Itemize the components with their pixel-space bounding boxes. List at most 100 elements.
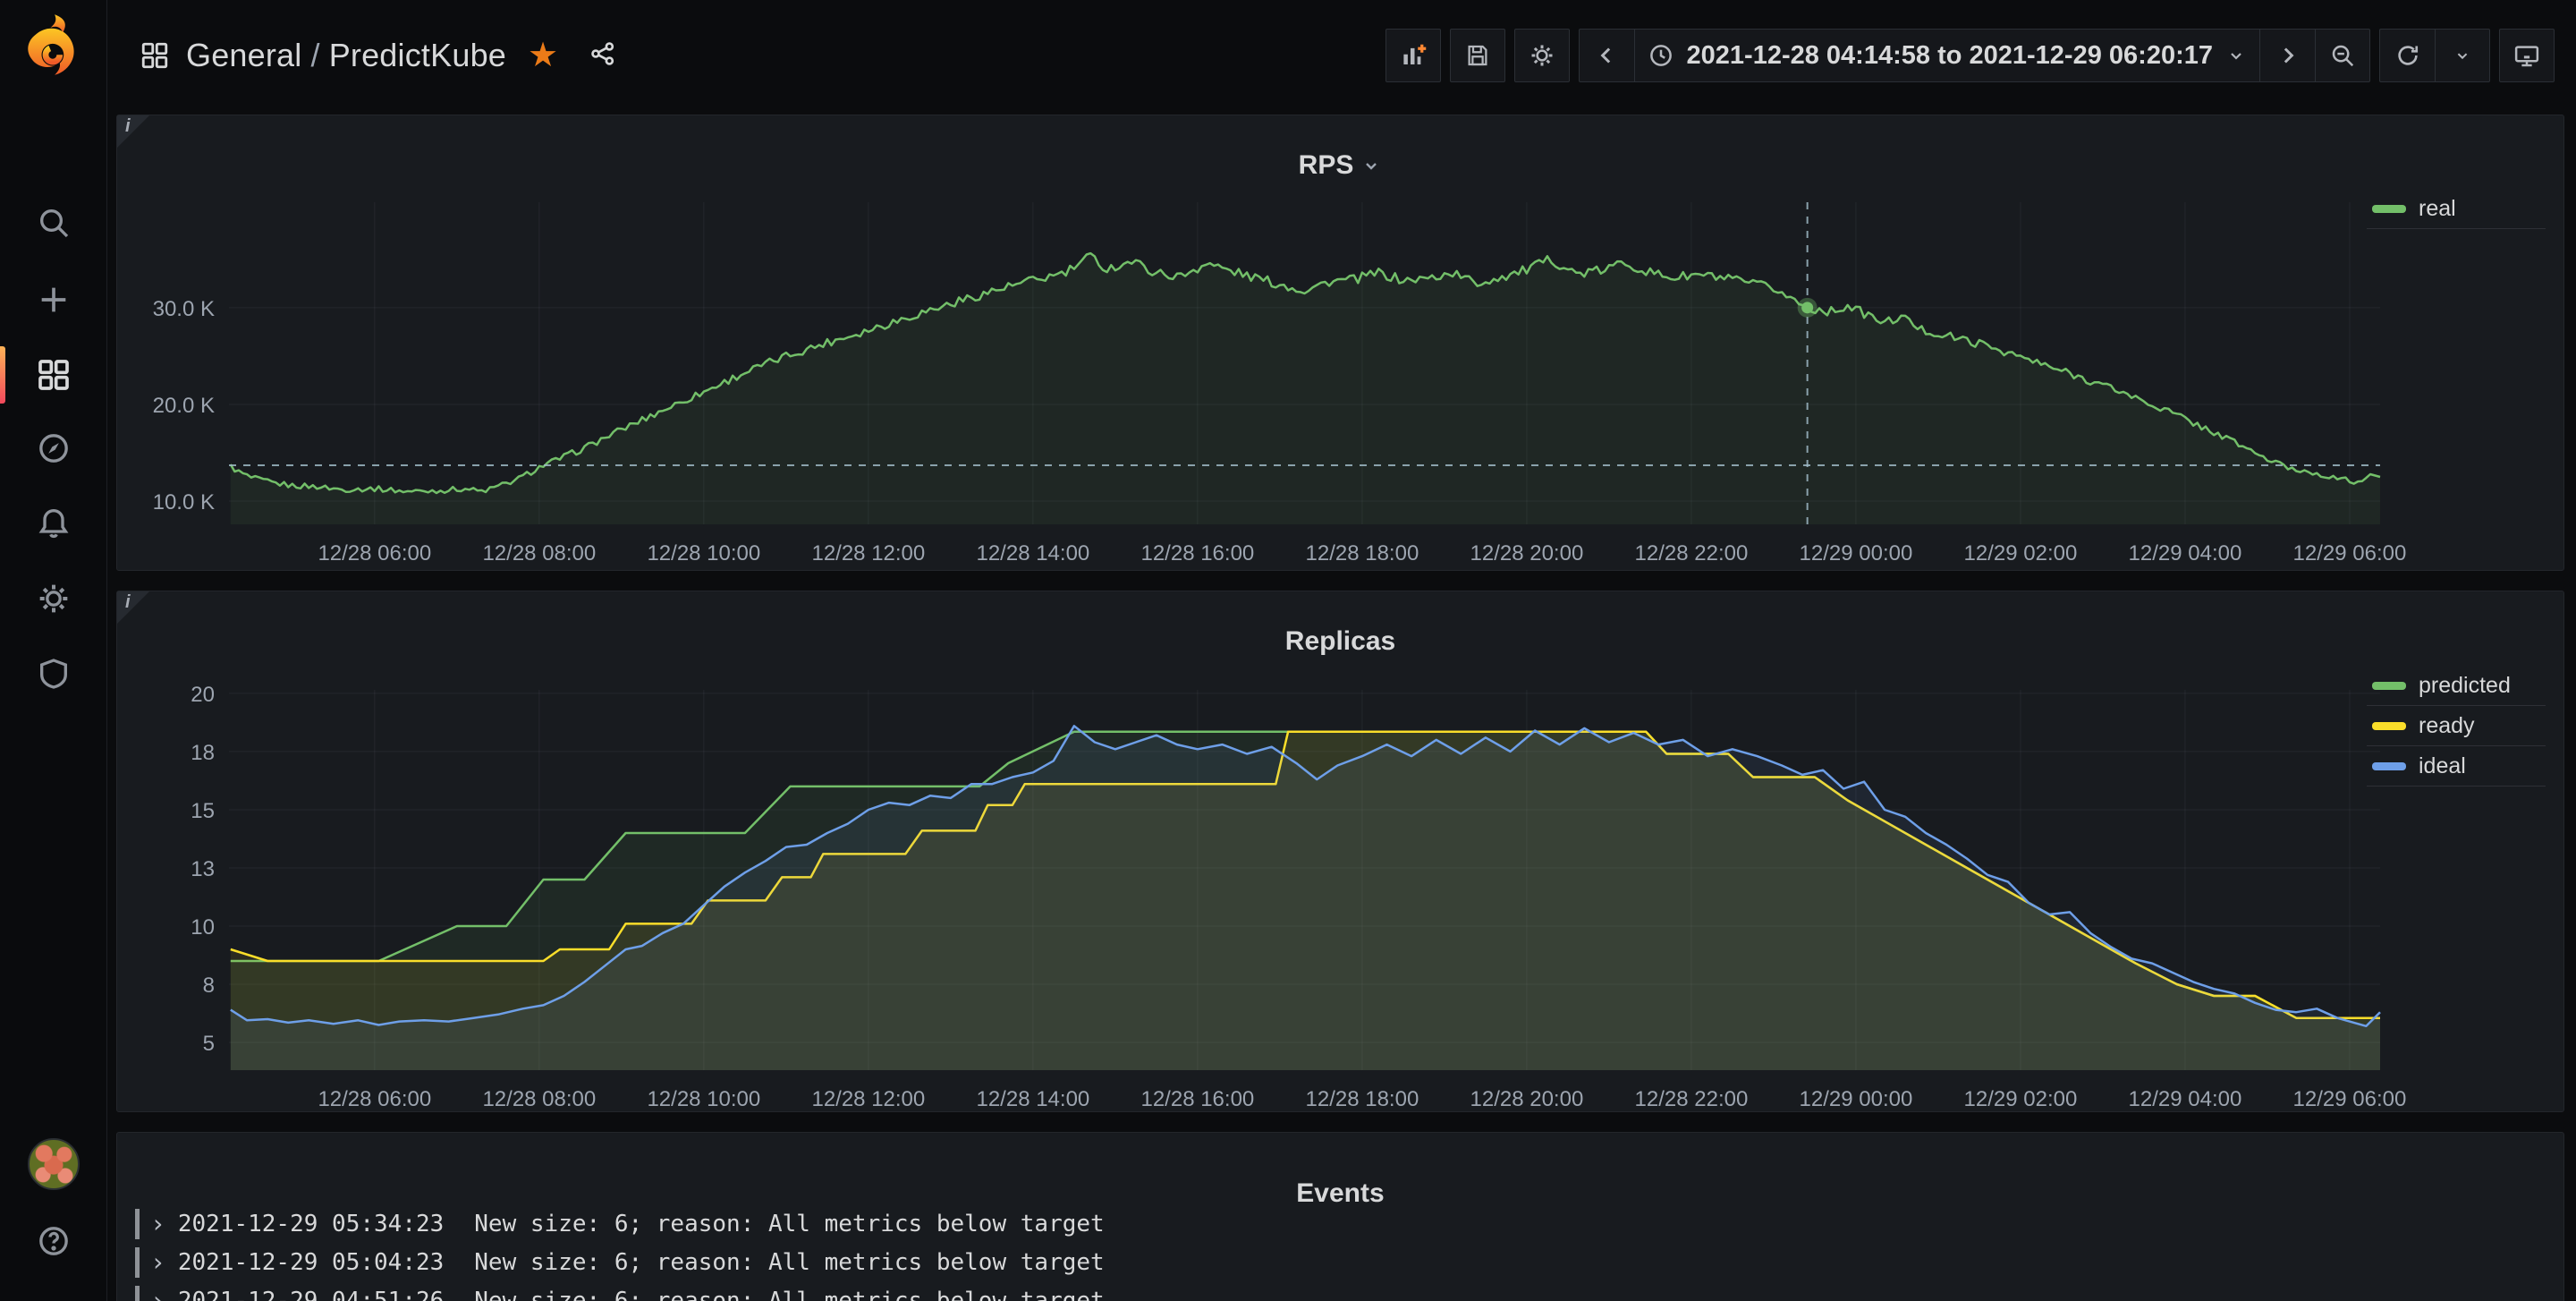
y-axis-label: 13 bbox=[191, 857, 215, 881]
y-axis-label: 15 bbox=[191, 799, 215, 823]
x-axis-label: 12/28 08:00 bbox=[482, 541, 596, 565]
x-axis-label: 12/28 10:00 bbox=[647, 1087, 760, 1111]
cycle-view-button[interactable] bbox=[2499, 29, 2555, 82]
x-axis-label: 12/28 18:00 bbox=[1306, 541, 1419, 565]
x-axis-label: 12/29 00:00 bbox=[1800, 541, 1913, 565]
y-axis-label: 30.0 K bbox=[153, 297, 215, 321]
grafana-logo[interactable] bbox=[21, 13, 86, 82]
x-axis-label: 12/28 12:00 bbox=[811, 1087, 925, 1111]
log-message: New size: 6; reason: All metrics below t… bbox=[474, 1211, 1104, 1237]
sidebar-item-search[interactable] bbox=[0, 191, 107, 254]
active-indicator bbox=[0, 346, 5, 404]
time-range-forward-button[interactable] bbox=[2259, 29, 2315, 82]
zoom-out-icon bbox=[2329, 42, 2356, 69]
refresh-group bbox=[2379, 29, 2490, 82]
log-level-bar bbox=[135, 1286, 140, 1301]
replicas-chart[interactable]: 12/28 06:00 12/28 08:00 12/28 10:00 12/28 1… bbox=[117, 591, 2565, 1113]
zoom-out-time-button[interactable] bbox=[2315, 29, 2370, 82]
x-axis-label: 12/28 22:00 bbox=[1635, 1087, 1749, 1111]
x-axis-label: 12/28 10:00 bbox=[647, 541, 760, 565]
time-range-text: 2021-12-28 04:14:58 to 2021-12-29 06:20:… bbox=[1687, 41, 2213, 71]
x-axis-label: 12/28 16:00 bbox=[1140, 541, 1254, 565]
help-icon bbox=[36, 1223, 72, 1259]
x-axis-label: 12/29 00:00 bbox=[1800, 1087, 1913, 1111]
x-axis-label: 12/28 06:00 bbox=[318, 1087, 431, 1111]
sidebar-item-help[interactable] bbox=[0, 1210, 107, 1272]
log-timestamp: 2021-12-29 05:04:23 bbox=[178, 1249, 444, 1276]
x-axis-label: 12/28 08:00 bbox=[482, 1087, 596, 1111]
dashboards-icon bbox=[36, 357, 72, 393]
time-range-picker-button[interactable]: 2021-12-28 04:14:58 to 2021-12-29 06:20:… bbox=[1634, 29, 2259, 82]
y-axis-label: 18 bbox=[191, 741, 215, 765]
breadcrumb-text[interactable]: General/ PredictKube bbox=[186, 37, 506, 74]
sidebar-item-create[interactable] bbox=[0, 268, 107, 331]
x-axis-label: 12/28 12:00 bbox=[811, 541, 925, 565]
star-icon[interactable]: ★ bbox=[528, 38, 558, 72]
monitor-icon bbox=[2513, 42, 2540, 69]
x-axis-label: 12/28 06:00 bbox=[318, 541, 431, 565]
x-axis-label: 12/28 14:00 bbox=[976, 1087, 1089, 1111]
panel-rps: i RPS real 12/28 06:0012/28 08:0012/28 1… bbox=[116, 115, 2564, 571]
breadcrumb: General/ PredictKube ★ bbox=[140, 37, 617, 74]
shield-icon bbox=[36, 656, 72, 692]
log-row[interactable]: › 2021-12-29 04:51:26 New size: 6; reason:… bbox=[135, 1281, 2546, 1301]
chevron-down-icon bbox=[2453, 46, 2472, 65]
chevron-down-icon bbox=[2225, 45, 2247, 66]
x-axis-label: 12/28 18:00 bbox=[1306, 1087, 1419, 1111]
save-dashboard-button[interactable] bbox=[1450, 29, 1505, 82]
log-row[interactable]: › 2021-12-29 05:34:23 New size: 6; reason:… bbox=[135, 1204, 2546, 1243]
log-level-bar bbox=[135, 1209, 140, 1239]
log-timestamp: 2021-12-29 05:34:23 bbox=[178, 1211, 444, 1237]
y-axis-label: 8 bbox=[203, 974, 215, 998]
expand-chevron-icon[interactable]: › bbox=[150, 1247, 165, 1277]
refresh-button[interactable] bbox=[2379, 29, 2435, 82]
panel-replicas: i Replicas predictedreadyideal 12/28 06:… bbox=[116, 591, 2564, 1112]
chevron-right-icon bbox=[2275, 42, 2301, 69]
x-axis-label: 12/29 04:00 bbox=[2129, 1087, 2242, 1111]
sidebar-item-configuration[interactable] bbox=[0, 567, 107, 630]
x-axis-label: 12/29 02:00 bbox=[1964, 1087, 2078, 1111]
y-axis-label: 10 bbox=[191, 915, 215, 940]
sidebar-item-server-admin[interactable] bbox=[0, 642, 107, 705]
x-axis-label: 12/29 06:00 bbox=[2293, 1087, 2407, 1111]
x-axis-label: 12/28 22:00 bbox=[1635, 541, 1749, 565]
log-level-bar bbox=[135, 1247, 140, 1278]
sidebar bbox=[0, 0, 107, 1301]
x-axis-label: 12/29 06:00 bbox=[2293, 541, 2407, 565]
time-picker-group: 2021-12-28 04:14:58 to 2021-12-29 06:20:… bbox=[1579, 29, 2370, 82]
log-message: New size: 6; reason: All metrics below t… bbox=[474, 1249, 1104, 1276]
x-axis-label: 12/28 20:00 bbox=[1470, 1087, 1584, 1111]
hover-point bbox=[1801, 302, 1813, 313]
expand-chevron-icon[interactable]: › bbox=[150, 1209, 165, 1238]
refresh-interval-button[interactable] bbox=[2435, 29, 2490, 82]
y-axis-label: 5 bbox=[203, 1032, 215, 1056]
log-message: New size: 6; reason: All metrics below t… bbox=[474, 1288, 1104, 1301]
add-panel-button[interactable] bbox=[1385, 29, 1441, 82]
chevron-left-icon bbox=[1593, 42, 1620, 69]
log-row[interactable]: › 2021-12-29 05:04:23 New size: 6; reason:… bbox=[135, 1243, 2546, 1281]
dashboard-toolbar: 2021-12-28 04:14:58 to 2021-12-29 06:20:… bbox=[1385, 29, 2555, 82]
rps-chart[interactable]: 12/28 06:00 12/28 08:00 12/28 10:00 12/28 1… bbox=[117, 115, 2565, 572]
top-navigation-bar: General/ PredictKube ★ bbox=[107, 0, 2576, 111]
sidebar-item-dashboards[interactable] bbox=[0, 344, 107, 406]
breadcrumb-page[interactable]: PredictKube bbox=[329, 37, 506, 73]
sidebar-item-explore[interactable] bbox=[0, 417, 107, 480]
breadcrumb-separator: / bbox=[310, 37, 319, 73]
y-axis-label: 20 bbox=[191, 683, 215, 707]
dashboard-settings-button[interactable] bbox=[1514, 29, 1570, 82]
log-timestamp: 2021-12-29 04:51:26 bbox=[178, 1288, 444, 1301]
x-axis-label: 12/29 04:00 bbox=[2129, 541, 2242, 565]
search-icon bbox=[36, 205, 72, 241]
gear-icon bbox=[1529, 42, 1555, 69]
breadcrumb-section[interactable]: General bbox=[186, 37, 301, 73]
share-icon[interactable] bbox=[589, 39, 617, 72]
gear-icon bbox=[36, 581, 72, 616]
expand-chevron-icon[interactable]: › bbox=[150, 1286, 165, 1301]
bell-icon bbox=[36, 505, 72, 540]
grafana-dashboard: General/ PredictKube ★ bbox=[0, 0, 2576, 1301]
clock-icon bbox=[1648, 42, 1674, 69]
avatar[interactable] bbox=[28, 1138, 80, 1190]
time-range-back-button[interactable] bbox=[1579, 29, 1634, 82]
sidebar-item-alerting[interactable] bbox=[0, 491, 107, 554]
y-axis-label: 10.0 K bbox=[153, 490, 215, 514]
